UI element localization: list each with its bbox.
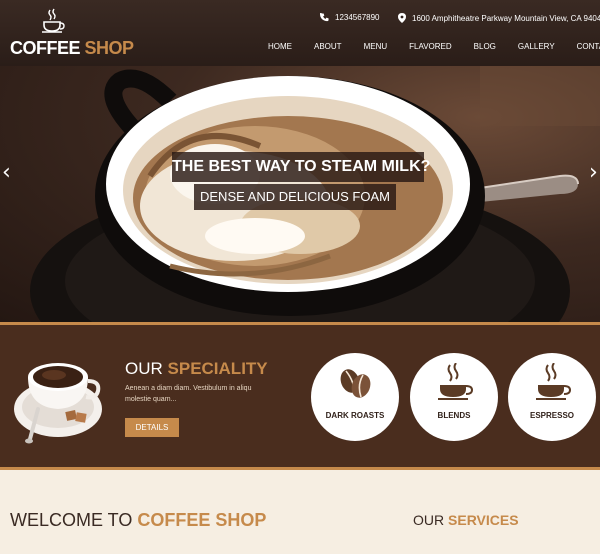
speciality-coffee-cup-image xyxy=(14,363,102,444)
speciality-heading: OUR SPECIALITY xyxy=(125,359,268,379)
nav-about[interactable]: ABOUT xyxy=(314,42,342,51)
speciality-section: OUR SPECIALITY Aenean a diam diam. Vesti… xyxy=(0,322,600,470)
espresso-label: ESPRESSO xyxy=(529,411,574,420)
logo[interactable]: COFFEE SHOP xyxy=(10,8,134,60)
phone-icon xyxy=(320,13,329,22)
blends-label: BLENDS xyxy=(437,411,471,420)
services-heading: OUR SERVICES xyxy=(413,512,519,528)
dark-roasts-label: DARK ROASTS xyxy=(325,411,385,420)
services-heading-white: OUR xyxy=(413,512,445,528)
nav-blog[interactable]: BLOG xyxy=(474,42,496,51)
hero-slider: THE BEST WAY TO STEAM MILK? DENSE AND DE… xyxy=(0,66,600,322)
nav-menu[interactable]: MENU xyxy=(364,42,388,51)
logo-text: COFFEE SHOP xyxy=(10,38,134,59)
dark-roasts-card[interactable]: DARK ROASTS xyxy=(311,353,399,441)
details-button[interactable]: DETAILS xyxy=(125,418,179,437)
blends-card[interactable]: BLENDS xyxy=(410,353,498,441)
steaming-cup-icon xyxy=(438,363,474,400)
hero-title: THE BEST WAY TO STEAM MILK? xyxy=(172,152,430,182)
site-header: COFFEE SHOP 1234567890 1600 Amphitheatre… xyxy=(0,0,600,66)
coffee-beans-icon xyxy=(340,369,371,398)
nav-contact[interactable]: CONTACT xyxy=(577,42,600,51)
steaming-cup-icon xyxy=(536,363,572,400)
contact-phone: 1234567890 xyxy=(320,13,380,22)
nav-gallery[interactable]: GALLERY xyxy=(518,42,555,51)
welcome-heading-accent: COFFEE SHOP xyxy=(137,510,267,530)
phone-number: 1234567890 xyxy=(335,13,380,22)
hero-subtitle: DENSE AND DELICIOUS FOAM xyxy=(194,184,396,210)
speciality-heading-accent: SPECIALITY xyxy=(167,359,268,378)
slider-prev-arrow-icon[interactable]: ‹ xyxy=(2,162,11,184)
address-text: 1600 Amphitheatre Parkway Mountain View,… xyxy=(412,13,600,23)
nav-flavored[interactable]: FLAVORED xyxy=(409,42,452,51)
espresso-card[interactable]: ESPRESSO xyxy=(508,353,596,441)
welcome-heading-white: WELCOME TO xyxy=(10,510,133,530)
slider-next-arrow-icon[interactable]: › xyxy=(589,162,598,184)
welcome-heading: WELCOME TO COFFEE SHOP xyxy=(10,510,266,531)
speciality-heading-white: OUR xyxy=(125,359,163,378)
logo-text-accent: SHOP xyxy=(84,38,135,58)
main-nav: HOME ABOUT MENU FLAVORED BLOG GALLERY CO… xyxy=(268,42,600,51)
services-heading-accent: SERVICES xyxy=(448,512,519,528)
welcome-section: WELCOME TO COFFEE SHOP OUR SERVICES xyxy=(0,470,600,554)
contact-address: 1600 Amphitheatre Parkway Mountain View,… xyxy=(398,13,600,23)
speciality-description: Aenean a diam diam. Vestibulum in aliqu … xyxy=(125,385,252,403)
map-pin-icon xyxy=(398,13,406,23)
logo-text-white: COFFEE xyxy=(10,38,81,58)
nav-home[interactable]: HOME xyxy=(268,42,292,51)
coffee-cup-icon xyxy=(42,8,65,33)
